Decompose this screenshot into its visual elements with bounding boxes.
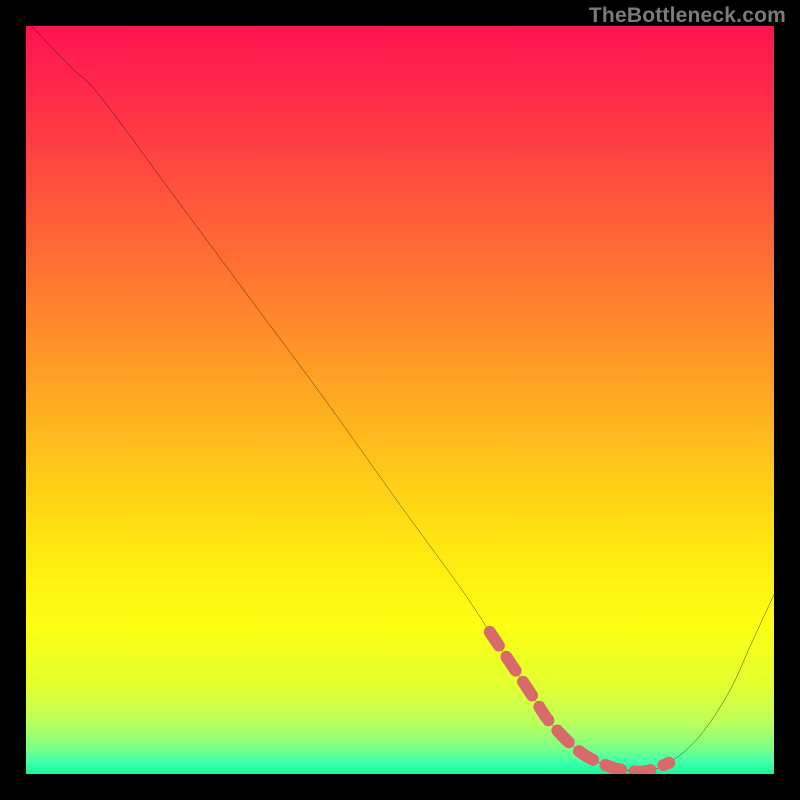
plot-area [26,26,774,774]
main-curve [31,26,774,772]
bottom-highlight [490,632,670,772]
curve-layer [26,26,774,774]
chart-stage: TheBottleneck.com [0,0,800,800]
watermark-text: TheBottleneck.com [589,4,786,28]
